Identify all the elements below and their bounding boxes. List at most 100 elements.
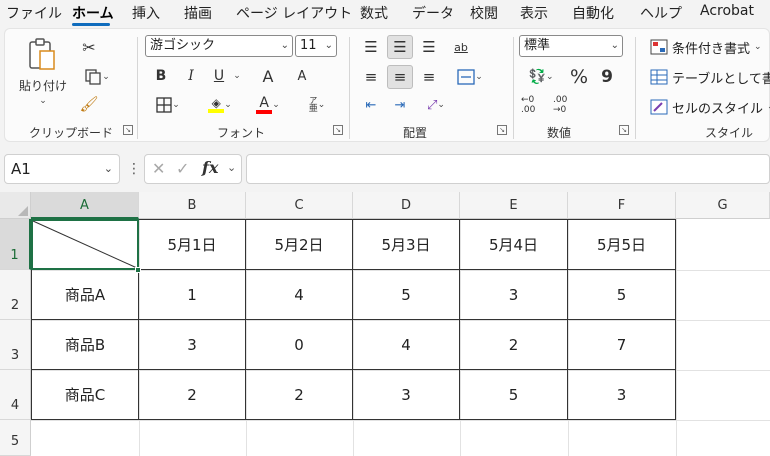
cell-e2[interactable]: 3 xyxy=(460,270,567,319)
column-header-c[interactable]: C xyxy=(246,192,353,219)
row-header-1[interactable]: 1 xyxy=(0,219,31,270)
chevron-down-icon[interactable]: ⌄ xyxy=(227,161,236,174)
cell-b3[interactable]: 3 xyxy=(139,320,245,369)
cell-styles-icon xyxy=(650,99,668,115)
column-header-b[interactable]: B xyxy=(139,192,246,219)
menu-draw[interactable]: 描画 xyxy=(184,3,212,23)
font-color-button[interactable]: A ⌄ xyxy=(247,93,289,117)
align-middle-icon[interactable]: ☰ xyxy=(387,35,413,59)
format-painter-icon[interactable]: 🖌 xyxy=(77,93,101,115)
fill-color-button[interactable]: ◈ ⌄ xyxy=(199,93,241,117)
align-center-icon[interactable]: ≡ xyxy=(387,65,413,89)
align-right-icon[interactable]: ≡ xyxy=(417,65,441,89)
cell-b2[interactable]: 1 xyxy=(139,270,245,319)
menu-home[interactable]: ホーム xyxy=(72,3,114,23)
paste-button[interactable]: 貼り付け xyxy=(19,77,67,93)
accounting-format-icon[interactable]: 💱 ⌄ xyxy=(521,65,561,89)
font-launcher-icon[interactable]: ↘ xyxy=(333,125,343,135)
menu-acrobat[interactable]: Acrobat xyxy=(700,3,754,19)
italic-button[interactable]: I xyxy=(181,65,201,87)
cell-c2[interactable]: 4 xyxy=(246,270,352,319)
row-header-3[interactable]: 3 xyxy=(0,320,31,370)
percent-style-button[interactable]: % xyxy=(567,65,591,89)
number-launcher-icon[interactable]: ↘ xyxy=(619,125,629,135)
cell-f2[interactable]: 5 xyxy=(568,270,675,319)
cell-a4[interactable]: 商品C xyxy=(32,370,138,419)
grow-font-button[interactable]: A xyxy=(257,65,279,87)
more-options-icon[interactable]: ⋮ xyxy=(127,161,141,177)
underline-dropdown-chevron-icon[interactable]: ⌄ xyxy=(231,65,243,87)
alignment-launcher-icon[interactable]: ↘ xyxy=(497,125,507,135)
cell-c3[interactable]: 0 xyxy=(246,320,352,369)
phonetic-button[interactable]: ア 亜 ⌄ xyxy=(299,93,335,117)
increase-decimal-button[interactable]: ←0 .00 xyxy=(521,93,549,117)
menu-page-layout[interactable]: ページ レイアウト xyxy=(236,3,352,23)
decrease-decimal-button[interactable]: .00 →0 xyxy=(553,93,581,117)
decrease-indent-icon[interactable]: ⇤ xyxy=(359,93,383,117)
formula-input[interactable] xyxy=(246,154,770,184)
align-left-icon[interactable]: ≡ xyxy=(359,65,383,89)
select-all-button[interactable] xyxy=(0,192,31,219)
row-header-5[interactable]: 5 xyxy=(0,420,31,456)
menu-help[interactable]: ヘルプ xyxy=(640,3,682,23)
menu-data[interactable]: データ xyxy=(412,3,454,23)
confirm-icon[interactable]: ✓ xyxy=(176,159,189,178)
conditional-formatting-button[interactable]: 条件付き書式 ⌄ xyxy=(650,37,762,57)
increase-indent-icon[interactable]: ⇥ xyxy=(387,93,413,117)
column-header-d[interactable]: D xyxy=(353,192,460,219)
clipboard-launcher-icon[interactable]: ↘ xyxy=(123,125,133,135)
wrap-text-icon[interactable]: ab xyxy=(449,35,473,59)
menu-view[interactable]: 表示 xyxy=(520,3,548,23)
borders-button[interactable]: ⌄ xyxy=(149,93,187,117)
cell-c1[interactable]: 5月2日 xyxy=(246,220,352,269)
worksheet-grid[interactable]: A B C D E F G 1 2 3 4 5 5月1日 5月2日 5月3日 5… xyxy=(0,192,770,456)
comma-style-button[interactable]: 9 xyxy=(597,65,617,89)
cell-d2[interactable]: 5 xyxy=(353,270,459,319)
copy-button[interactable]: ⌄ xyxy=(77,65,117,89)
menu-formulas[interactable]: 数式 xyxy=(360,3,388,23)
column-header-f[interactable]: F xyxy=(568,192,676,219)
row-header-2[interactable]: 2 xyxy=(0,270,31,320)
cut-icon[interactable]: ✂ xyxy=(77,35,101,59)
column-header-e[interactable]: E xyxy=(460,192,568,219)
paste-dropdown-chevron-icon[interactable]: ⌄ xyxy=(37,95,49,107)
merge-center-button[interactable]: ⌄ xyxy=(447,65,493,89)
bold-button[interactable]: B xyxy=(151,65,171,87)
underline-button[interactable]: U xyxy=(209,65,229,87)
cell-d3[interactable]: 4 xyxy=(353,320,459,369)
cell-b4[interactable]: 2 xyxy=(139,370,245,419)
cell-d1[interactable]: 5月3日 xyxy=(353,220,459,269)
cell-c4[interactable]: 2 xyxy=(246,370,352,419)
cell-e4[interactable]: 5 xyxy=(460,370,567,419)
menu-insert[interactable]: 挿入 xyxy=(132,3,160,23)
cell-e1[interactable]: 5月4日 xyxy=(460,220,567,269)
orientation-icon[interactable]: ⤢ ⌄ xyxy=(417,93,455,117)
cell-a2[interactable]: 商品A xyxy=(32,270,138,319)
paste-icon[interactable] xyxy=(25,35,59,75)
column-header-a[interactable]: A xyxy=(31,192,139,219)
cell-b1[interactable]: 5月1日 xyxy=(139,220,245,269)
name-box[interactable]: A1 ⌄ xyxy=(4,154,120,184)
menu-file[interactable]: ファイル xyxy=(6,3,62,23)
cell-styles-button[interactable]: セルのスタイル ⌄ xyxy=(650,97,770,117)
font-name-select[interactable]: 游ゴシック ⌄ xyxy=(145,35,293,57)
shrink-font-button[interactable]: A xyxy=(291,65,313,87)
cell-e3[interactable]: 2 xyxy=(460,320,567,369)
menu-automate[interactable]: 自動化 xyxy=(572,3,614,23)
cell-f3[interactable]: 7 xyxy=(568,320,675,369)
number-format-select[interactable]: 標準 ⌄ xyxy=(519,35,623,57)
insert-function-button[interactable]: fx xyxy=(202,158,218,177)
row-header-4[interactable]: 4 xyxy=(0,370,31,420)
format-as-table-button[interactable]: テーブルとして書式 xyxy=(650,67,770,87)
font-size-select[interactable]: 11 ⌄ xyxy=(295,35,337,57)
cancel-icon[interactable]: ✕ xyxy=(152,159,165,178)
cell-a3[interactable]: 商品B xyxy=(32,320,138,369)
column-header-g[interactable]: G xyxy=(676,192,770,219)
align-top-icon[interactable]: ☰ xyxy=(359,35,383,59)
cell-f4[interactable]: 3 xyxy=(568,370,675,419)
menu-review[interactable]: 校閲 xyxy=(470,3,498,23)
fill-handle[interactable] xyxy=(135,267,141,273)
cell-f1[interactable]: 5月5日 xyxy=(568,220,675,269)
cell-d4[interactable]: 3 xyxy=(353,370,459,419)
align-bottom-icon[interactable]: ☰ xyxy=(417,35,441,59)
